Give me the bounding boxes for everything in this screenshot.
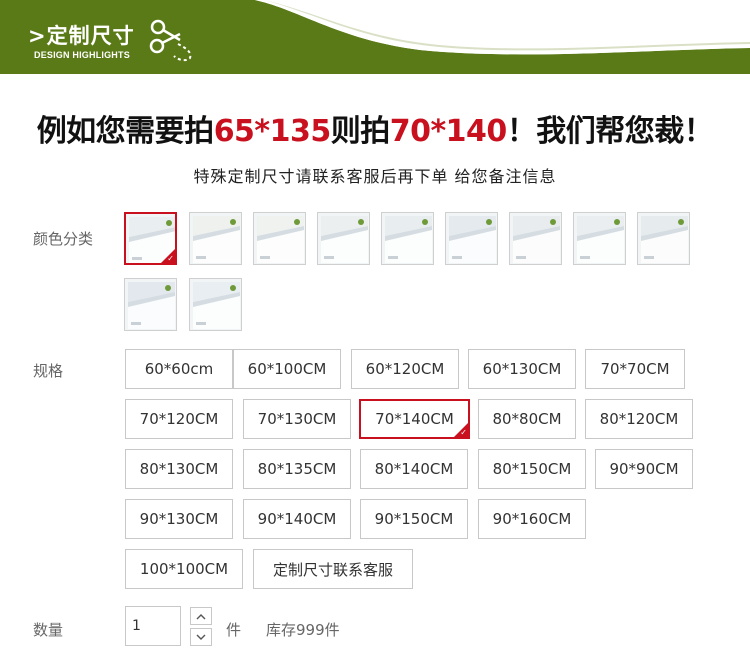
- size-option-button[interactable]: 60*60cm: [125, 349, 233, 389]
- size-option-button[interactable]: 70*140CM ✓: [359, 399, 470, 439]
- size-option-button[interactable]: 100*100CM: [125, 549, 243, 589]
- headline-part1: 例如您需要拍: [36, 114, 215, 149]
- color-swatch[interactable]: [253, 212, 306, 265]
- quantity-input[interactable]: [125, 606, 181, 646]
- tablecloth-thumbnail-icon: [513, 216, 560, 263]
- tablecloth-thumbnail-icon: [128, 282, 175, 329]
- size-option-label: 100*100CM: [139, 560, 229, 578]
- color-swatch[interactable]: [381, 212, 434, 265]
- size-option-button[interactable]: 60*100CM: [233, 349, 341, 389]
- quantity-unit: 件: [226, 621, 242, 639]
- size-option-button[interactable]: 70*130CM: [243, 399, 351, 439]
- headline-part3: ！我们帮您裁！: [506, 114, 714, 149]
- tablecloth-thumbnail-icon: [193, 216, 240, 263]
- quantity-increase-button[interactable]: [190, 607, 212, 625]
- size-option-label: 定制尺寸联系客服: [272, 560, 393, 579]
- tablecloth-thumbnail-icon: [577, 216, 624, 263]
- size-option-label: 60*60cm: [144, 360, 214, 378]
- size-option-label: 80*140CM: [374, 460, 454, 478]
- size-option-label: 70*130CM: [257, 410, 337, 428]
- color-swatch[interactable]: [637, 212, 690, 265]
- color-swatch[interactable]: [573, 212, 626, 265]
- tablecloth-thumbnail-icon: [193, 282, 240, 329]
- stock-count: 库存999件: [266, 621, 340, 639]
- headline-size1: 65*135: [213, 114, 332, 149]
- checkmark-icon: ✓: [167, 254, 174, 263]
- size-option-button[interactable]: 60*120CM: [351, 349, 459, 389]
- scissors-icon: [149, 19, 192, 62]
- banner-title: >定制尺寸: [28, 24, 135, 48]
- size-option-button[interactable]: 60*130CM: [468, 349, 576, 389]
- banner-subtitle: DESIGN HIGHLIGHTS: [34, 50, 130, 60]
- size-option-label: 90*90CM: [609, 460, 679, 478]
- headline-part2: 则拍: [330, 114, 391, 149]
- size-option-label: 80*80CM: [492, 410, 562, 428]
- size-option-label: 60*100CM: [247, 360, 327, 378]
- chevron-down-icon: [196, 634, 206, 640]
- size-option-button[interactable]: 80*135CM: [243, 449, 351, 489]
- tablecloth-thumbnail-icon: [641, 216, 688, 263]
- color-swatch[interactable]: [445, 212, 498, 265]
- size-option-label: 70*70CM: [600, 360, 670, 378]
- size-option-button[interactable]: 90*140CM: [243, 499, 351, 539]
- subline-note: 特殊定制尺寸请联系客服后再下单 给您备注信息: [193, 167, 557, 186]
- headline: 例如您需要拍65*135则拍70*140！我们帮您裁！: [0, 106, 750, 150]
- size-option-button[interactable]: 80*80CM: [478, 399, 576, 439]
- color-label: 颜色分类: [33, 230, 94, 248]
- size-option-button[interactable]: 定制尺寸联系客服: [253, 549, 413, 589]
- tablecloth-thumbnail-icon: [449, 216, 496, 263]
- size-option-label: 60*130CM: [482, 360, 562, 378]
- size-option-button[interactable]: 70*120CM: [125, 399, 233, 439]
- size-option-label: 80*135CM: [257, 460, 337, 478]
- color-swatch[interactable]: [509, 212, 562, 265]
- size-option-label: 70*120CM: [139, 410, 219, 428]
- tablecloth-thumbnail-icon: [257, 216, 304, 263]
- section-banner: >定制尺寸 DESIGN HIGHLIGHTS: [0, 0, 750, 74]
- checkmark-icon: ✓: [460, 428, 467, 437]
- quantity-label: 数量: [33, 621, 64, 639]
- color-swatch[interactable]: [124, 278, 177, 331]
- size-option-button[interactable]: 90*130CM: [125, 499, 233, 539]
- headline-size2: 70*140: [389, 114, 508, 149]
- size-option-button[interactable]: 80*150CM: [478, 449, 586, 489]
- size-option-label: 90*150CM: [374, 510, 454, 528]
- size-option-label: 80*120CM: [599, 410, 679, 428]
- size-option-label: 90*160CM: [492, 510, 572, 528]
- chevron-up-icon: [196, 613, 206, 619]
- size-option-label: 90*130CM: [139, 510, 219, 528]
- size-option-button[interactable]: 90*160CM: [478, 499, 586, 539]
- size-option-button[interactable]: 70*70CM: [585, 349, 685, 389]
- size-option-button[interactable]: 90*150CM: [360, 499, 468, 539]
- color-swatch[interactable]: [189, 212, 242, 265]
- color-swatch[interactable]: [189, 278, 242, 331]
- color-swatch[interactable]: ✓: [124, 212, 177, 265]
- color-swatch[interactable]: [317, 212, 370, 265]
- size-option-label: 80*130CM: [139, 460, 219, 478]
- size-option-button[interactable]: 80*130CM: [125, 449, 233, 489]
- size-label: 规格: [33, 362, 64, 380]
- tablecloth-thumbnail-icon: [321, 216, 368, 263]
- size-option-label: 80*150CM: [492, 460, 572, 478]
- size-option-label: 90*140CM: [257, 510, 337, 528]
- quantity-decrease-button[interactable]: [190, 628, 212, 646]
- size-option-label: 60*120CM: [365, 360, 445, 378]
- size-option-button[interactable]: 80*140CM: [360, 449, 468, 489]
- size-option-label: 70*140CM: [375, 410, 454, 428]
- size-option-button[interactable]: 80*120CM: [585, 399, 693, 439]
- tablecloth-thumbnail-icon: [385, 216, 432, 263]
- size-option-button[interactable]: 90*90CM: [595, 449, 693, 489]
